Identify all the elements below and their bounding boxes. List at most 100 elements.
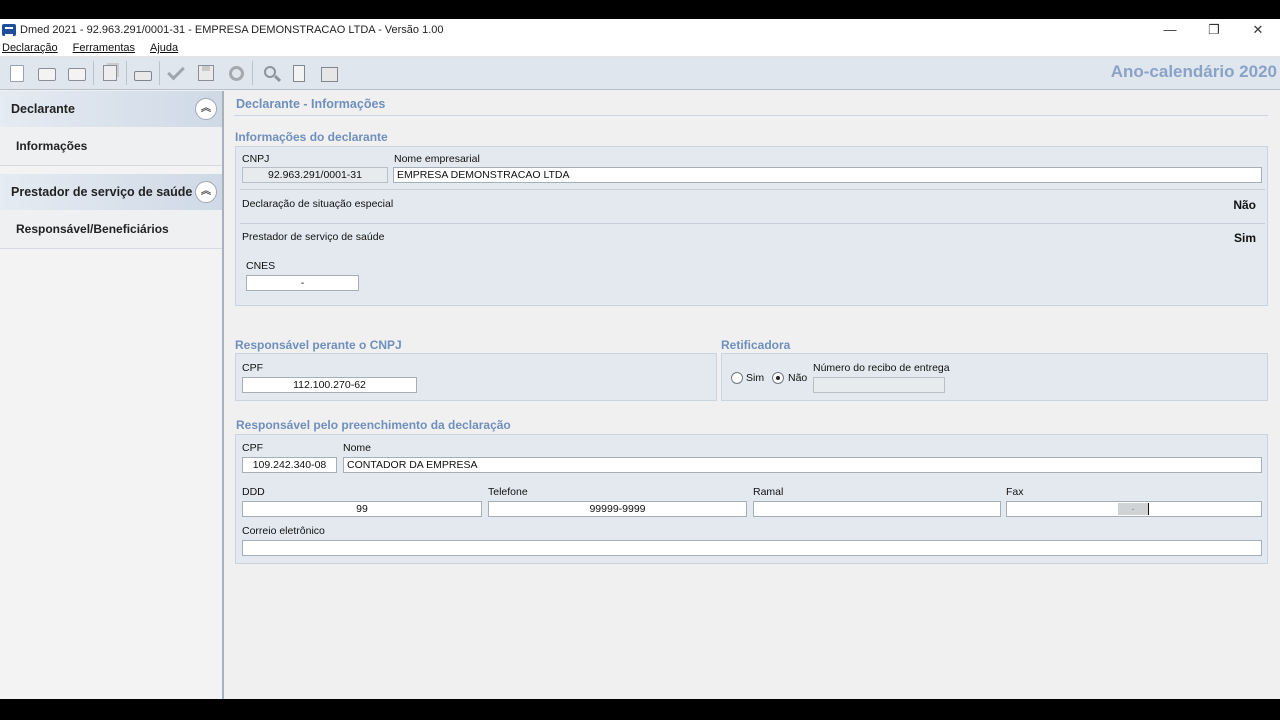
section-title-declarante: Informações do declarante — [235, 130, 388, 144]
telefone-label: Telefone — [488, 486, 528, 498]
search-button[interactable] — [254, 60, 284, 86]
app-window: Dmed 2021 - 92.963.291/0001-31 - EMPRESA… — [0, 19, 1280, 699]
app-logo-icon — [2, 23, 16, 36]
year-label: Ano-calendário 2020 — [1110, 62, 1277, 81]
toolbar-separator — [93, 61, 94, 85]
sidebar-section-declarante[interactable]: Declarante ︽ — [0, 91, 222, 127]
panel-retificadora: Sim Não Número do recibo de entrega — [721, 353, 1268, 401]
section-title-retificadora: Retificadora — [721, 338, 791, 352]
title-bar: Dmed 2021 - 92.963.291/0001-31 - EMPRESA… — [0, 19, 1280, 40]
fax-field[interactable]: - — [1006, 501, 1262, 517]
print-button[interactable] — [128, 60, 158, 86]
fax-selected-text: - — [1118, 503, 1148, 515]
retificadora-sim-label[interactable]: Sim — [746, 372, 764, 384]
window-controls: — ❐ ✕ — [1148, 19, 1280, 40]
folder-button[interactable] — [62, 60, 92, 86]
bottom-letterbox — [0, 699, 1280, 720]
new-icon — [10, 64, 24, 82]
situacao-especial-label: Declaração de situação especial — [242, 198, 394, 210]
sidebar-item-label: Informações — [16, 139, 88, 153]
divider — [240, 223, 1265, 224]
responsavel-cpf-label: CPF — [242, 362, 263, 374]
settings-button[interactable] — [221, 60, 251, 86]
panel-responsavel-cnpj: CPF 112.100.270-62 — [235, 353, 717, 401]
window-title: Dmed 2021 - 92.963.291/0001-31 - EMPRESA… — [20, 23, 444, 36]
email-field[interactable] — [242, 540, 1262, 556]
cnes-field[interactable]: - — [246, 275, 359, 291]
top-letterbox — [0, 0, 1280, 19]
package-icon — [320, 66, 338, 82]
menu-ferramentas[interactable]: Ferramentas — [71, 42, 142, 54]
recibo-label: Número do recibo de entrega — [813, 362, 950, 374]
retificadora-sim-radio[interactable] — [731, 372, 743, 384]
open-declaration-button[interactable] — [32, 60, 62, 86]
collapse-icon[interactable]: ︽ — [195, 181, 217, 203]
search-icon — [264, 65, 276, 78]
minimize-button[interactable]: — — [1148, 19, 1192, 40]
restore-button[interactable]: ❐ — [1192, 19, 1236, 40]
prestador-label: Prestador de serviço de saúde — [242, 231, 385, 243]
toolbar: Ano-calendário 2020 — [0, 57, 1280, 90]
sidebar-item-informacoes[interactable]: Informações — [0, 127, 222, 166]
toolbar-separator — [126, 61, 127, 85]
new-declaration-button[interactable] — [2, 60, 32, 86]
calculator-icon — [293, 64, 305, 82]
toolbar-separator — [159, 61, 160, 85]
collapse-icon[interactable]: ︽ — [195, 98, 217, 120]
preenchimento-cpf-label: CPF — [242, 442, 263, 454]
open-folder-icon — [38, 68, 56, 81]
section-title-preenchimento: Responsável pelo preenchimento da declar… — [236, 418, 511, 432]
save-icon — [198, 65, 214, 81]
folder-icon — [68, 68, 86, 81]
ramal-field[interactable] — [753, 501, 1001, 517]
verify-button[interactable] — [161, 60, 191, 86]
retificadora-nao-label[interactable]: Não — [788, 372, 807, 384]
text-caret — [1148, 503, 1149, 515]
divider — [234, 115, 1268, 116]
situacao-especial-value[interactable]: Não — [1233, 198, 1256, 212]
prestador-value[interactable]: Sim — [1234, 231, 1256, 245]
calculator-button[interactable] — [284, 60, 314, 86]
menu-declaracao[interactable]: Declaração — [0, 42, 65, 54]
page-title: Declarante - Informações — [236, 97, 386, 111]
save-button[interactable] — [191, 60, 221, 86]
panel-preenchimento: CPF 109.242.340-08 Nome CONTADOR DA EMPR… — [235, 434, 1268, 564]
preenchimento-cpf-field[interactable]: 109.242.340-08 — [242, 457, 337, 473]
telefone-field[interactable]: 99999-9999 — [488, 501, 747, 517]
menu-ajuda[interactable]: Ajuda — [148, 42, 185, 54]
fax-label: Fax — [1006, 486, 1024, 498]
print-icon — [134, 70, 152, 81]
copy-button[interactable] — [95, 60, 125, 86]
cnpj-field: 92.963.291/0001-31 — [242, 167, 388, 183]
copy-icon — [103, 65, 117, 81]
sidebar: Declarante ︽ Informações Prestador de se… — [0, 91, 224, 699]
divider — [240, 189, 1265, 190]
close-button[interactable]: ✕ — [1236, 19, 1280, 40]
cnpj-label: CNPJ — [242, 153, 270, 165]
cnes-label: CNES — [246, 260, 276, 272]
menu-bar: Declaração Ferramentas Ajuda — [0, 40, 1280, 57]
ddd-label: DDD — [242, 486, 265, 498]
panel-declarante: CNPJ 92.963.291/0001-31 Nome empresarial… — [235, 146, 1268, 306]
sidebar-section-title: Declarante — [11, 102, 75, 116]
nome-empresarial-label: Nome empresarial — [394, 153, 480, 165]
sidebar-item-label: Responsável/Beneficiários — [16, 222, 169, 236]
preenchimento-nome-label: Nome — [343, 442, 372, 454]
sidebar-item-responsavel-beneficiarios[interactable]: Responsável/Beneficiários — [0, 210, 222, 249]
email-label: Correio eletrônico — [242, 525, 325, 537]
preenchimento-nome-field[interactable]: CONTADOR DA EMPRESA — [343, 457, 1262, 473]
ramal-label: Ramal — [753, 486, 784, 498]
toolbar-separator — [252, 61, 253, 85]
ddd-field[interactable]: 99 — [242, 501, 482, 517]
responsavel-cpf-field[interactable]: 112.100.270-62 — [242, 377, 417, 393]
sidebar-section-prestador[interactable]: Prestador de serviço de saúde ︽ — [0, 174, 222, 210]
section-title-responsavel-cnpj: Responsável perante o CNPJ — [235, 338, 402, 352]
check-icon — [167, 62, 185, 81]
nome-empresarial-field[interactable]: EMPRESA DEMONSTRACAO LTDA — [393, 167, 1262, 183]
sidebar-section-title: Prestador de serviço de saúde — [11, 185, 193, 199]
retificadora-nao-radio[interactable] — [772, 372, 784, 384]
package-button[interactable] — [314, 60, 344, 86]
main-content: Declarante - Informações Informações do … — [230, 91, 1280, 699]
recibo-field[interactable] — [813, 377, 945, 393]
